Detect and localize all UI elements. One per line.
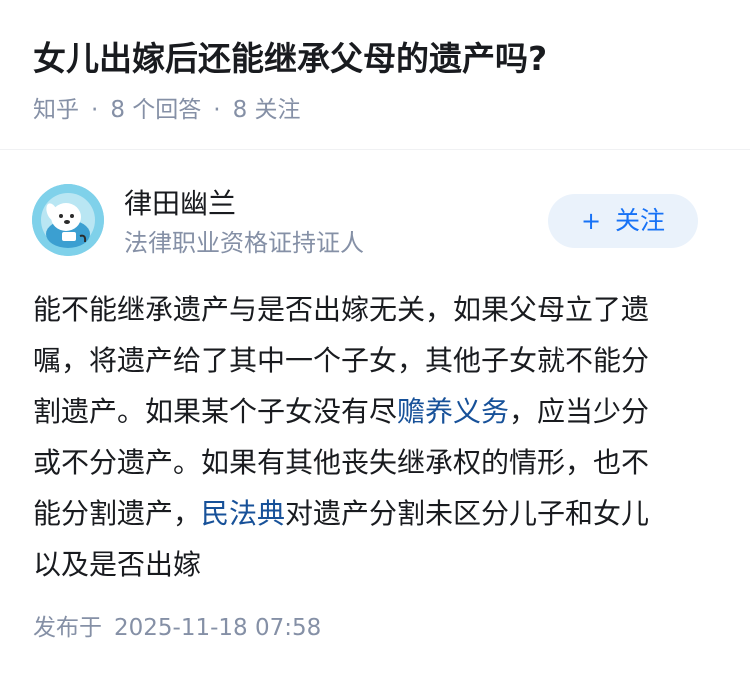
question-title[interactable]: 女儿出嫁后还能继承父母的遗产吗? [33,34,547,84]
answer-line: 或不分遗产。如果有其他丧失继承权的情形，也不 [33,446,650,479]
answer-text: 对遗产分割未区分儿子和女儿 [285,497,650,530]
author-name[interactable]: 律田幽兰 [124,184,236,224]
answers-count[interactable]: 8 个回答 [110,97,201,123]
published-time: 2025-11-18 07:58 [114,615,322,641]
source-label[interactable]: 知乎 [33,97,79,123]
answer-text: 割遗产。如果某个子女没有尽 [33,395,398,428]
meta-separator: · [91,97,99,123]
link-civil-code[interactable]: 民法典 [201,497,285,530]
plus-icon: + [580,207,602,235]
answer-line: 割遗产。如果某个子女没有尽赡养义务，应当少分 [33,386,703,437]
answer-line: 能不能继承遗产与是否出嫁无关，如果父母立了遗 [33,293,650,326]
author-bio: 法律职业资格证持证人 [124,229,364,257]
followers-count[interactable]: 8 关注 [233,97,301,123]
follow-button[interactable]: + 关注 [548,194,698,248]
published-info: 发布于 2025-11-18 07:58 [33,612,321,644]
answer-line: 嘱，将遗产给了其中一个子女，其他子女就不能分 [33,344,650,377]
answer-line: 以及是否出嫁 [33,548,202,581]
link-support-duty[interactable]: 赡养义务 [397,395,509,428]
answer-content: 能不能继承遗产与是否出嫁无关，如果父母立了遗 嘱，将遗产给了其中一个子女，其他子… [33,284,703,590]
question-meta: 知乎 · 8 个回答 · 8 关注 [33,94,301,126]
answer-text: 能分割遗产， [33,497,202,530]
meta-separator: · [213,97,221,123]
published-label: 发布于 [33,615,102,641]
avatar[interactable] [32,184,104,256]
author-row: 律田幽兰 法律职业资格证持证人 + 关注 [0,150,750,270]
question-header: 女儿出嫁后还能继承父母的遗产吗? 知乎 · 8 个回答 · 8 关注 [0,0,750,150]
follow-label: 关注 [615,206,666,235]
dog-cartoon-avatar-icon [32,184,104,256]
answer-line: 能分割遗产，民法典对遗产分割未区分儿子和女儿 [33,488,703,539]
answer-text: ，应当少分 [509,395,650,428]
